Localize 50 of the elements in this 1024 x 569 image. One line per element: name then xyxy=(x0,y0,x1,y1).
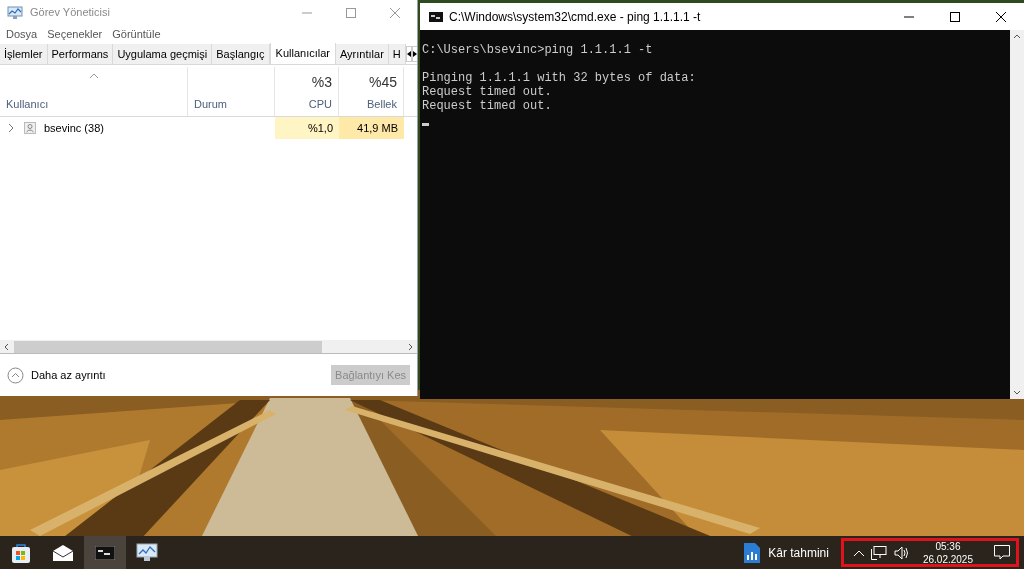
column-header[interactable]: Kullanıcı xyxy=(6,95,181,112)
menu-item[interactable]: Görüntüle xyxy=(112,25,161,43)
sort-caret-icon xyxy=(89,73,98,78)
store-bag-icon xyxy=(10,541,32,564)
monitor-chart-icon xyxy=(7,5,23,20)
tab-scroll-right-button[interactable] xyxy=(411,46,417,62)
user-icon xyxy=(24,122,36,134)
monitor-chart-icon xyxy=(136,542,158,563)
memory-cell: 41,9 MB xyxy=(339,117,404,139)
notification-icon[interactable] xyxy=(994,545,1010,560)
tab[interactable]: Kullanıcılar xyxy=(269,43,336,64)
clock-time[interactable]: 05:36 xyxy=(935,539,961,553)
column-header[interactable]: CPU xyxy=(308,95,332,112)
window-title: Görev Yöneticisi xyxy=(30,5,110,21)
envelope-icon xyxy=(52,544,74,561)
clock-date[interactable]: 26.02.2025 xyxy=(922,552,973,566)
speaker-icon[interactable] xyxy=(893,545,910,560)
tab[interactable]: İşlemler xyxy=(0,44,48,64)
column-summary: %45 xyxy=(368,73,397,92)
maximize-icon[interactable] xyxy=(950,11,960,22)
vertical-scrollbar[interactable] xyxy=(1010,30,1024,399)
network-icon[interactable] xyxy=(870,545,887,560)
output-line: Request timed out. xyxy=(422,85,552,99)
column-summary: %3 xyxy=(311,73,332,92)
tab-scroll-left-button[interactable] xyxy=(405,46,412,62)
chevron-up-icon[interactable] xyxy=(853,549,864,556)
text-cursor xyxy=(422,123,429,126)
prompt-line: C:\Users\bsevinc>ping 1.1.1.1 -t xyxy=(422,43,653,57)
output-line: Request timed out. xyxy=(422,99,552,113)
tab[interactable]: Uygulama geçmişi xyxy=(113,44,213,64)
details-toggle-link[interactable]: Daha az ayrıntı xyxy=(31,366,106,384)
tab[interactable]: Performans xyxy=(47,44,114,64)
menu-item[interactable]: Seçenekler xyxy=(47,25,103,43)
tab[interactable]: Başlangıç xyxy=(212,44,270,64)
console-icon xyxy=(95,545,115,560)
expand-chevron-icon[interactable] xyxy=(8,124,14,132)
horizontal-scrollbar[interactable] xyxy=(0,340,417,354)
output-line: Pinging 1.1.1.1 with 32 bytes of data: xyxy=(422,71,696,85)
user-name: bsevinc (38) xyxy=(44,120,104,136)
document-chart-icon xyxy=(744,542,761,563)
taskbar-file-button[interactable]: Kâr tahmini xyxy=(736,536,837,569)
column-header[interactable]: Durum xyxy=(194,95,268,112)
tab[interactable]: Ayrıntılar xyxy=(336,44,389,64)
collapse-circle-icon[interactable] xyxy=(7,366,24,384)
close-icon[interactable] xyxy=(996,11,1006,22)
cpu-cell: %1,0 xyxy=(275,117,339,139)
column-header[interactable]: Bellek xyxy=(367,95,397,112)
console-icon xyxy=(429,11,443,22)
window-title: C:\Windows\system32\cmd.exe - ping 1.1.1.1 -t xyxy=(449,8,701,26)
menu-item[interactable]: Dosya xyxy=(6,25,38,43)
